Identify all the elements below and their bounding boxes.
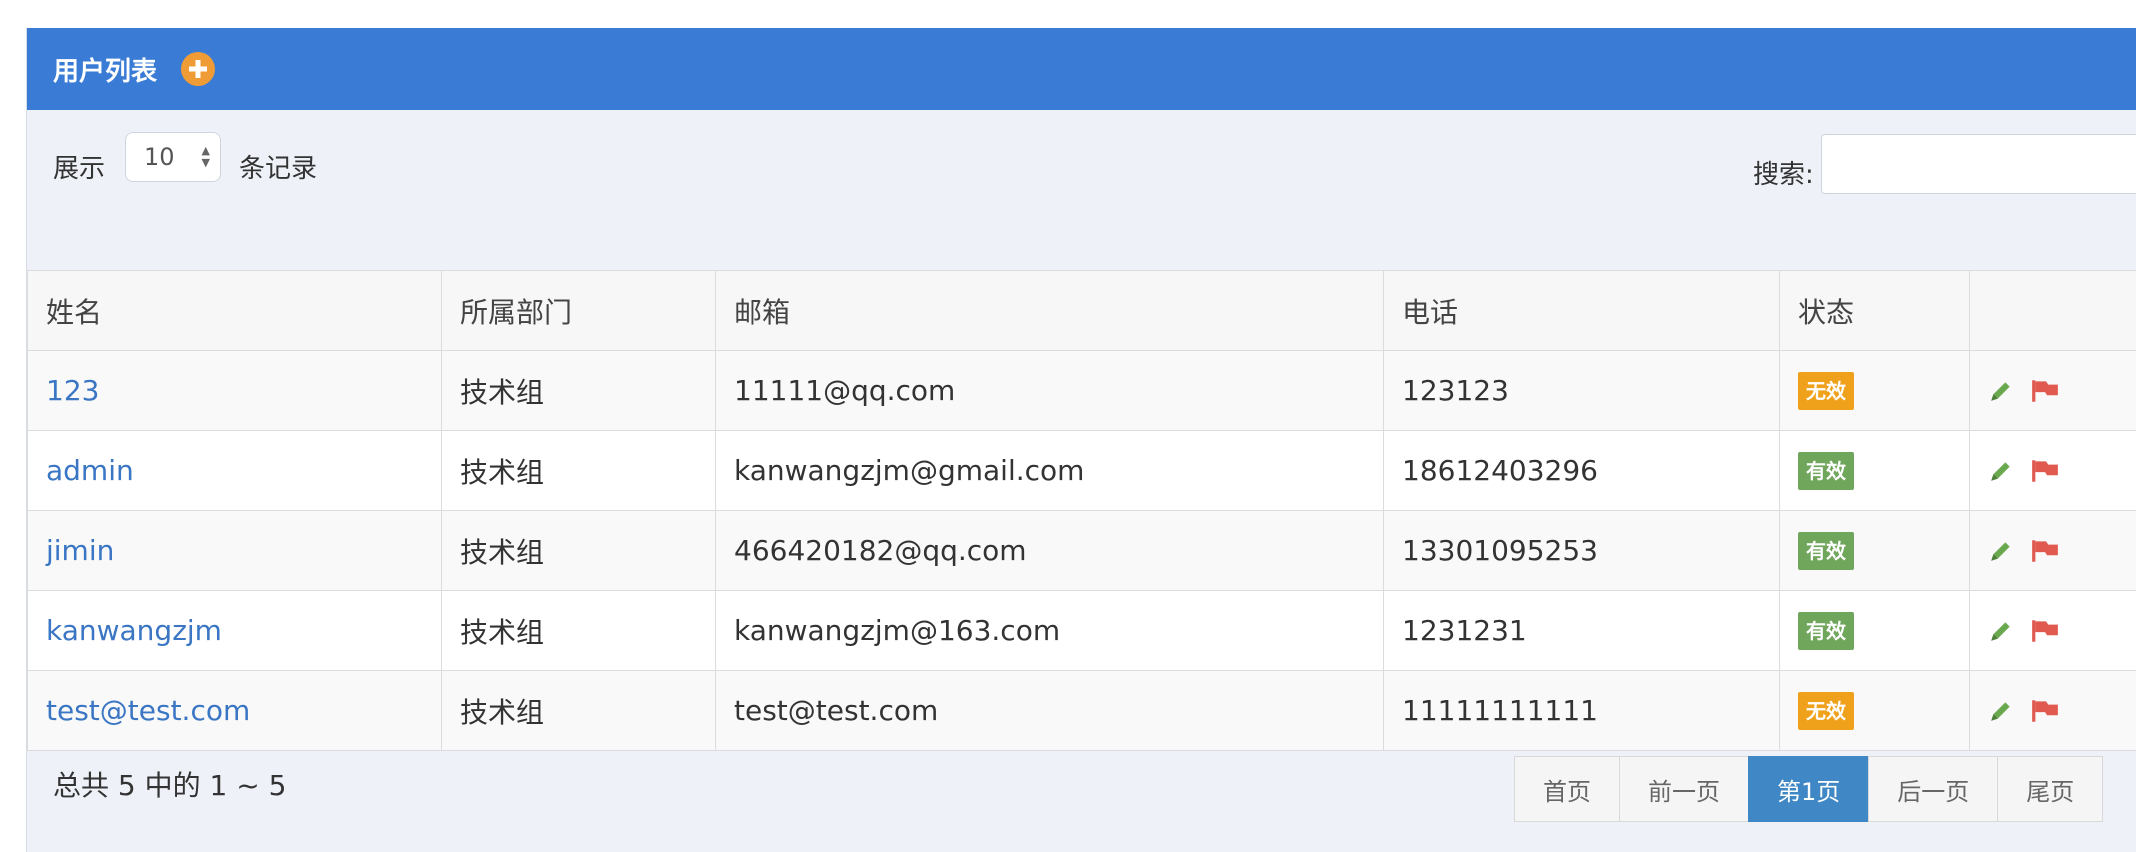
edit-pencil-icon[interactable] xyxy=(1988,378,2014,404)
first-page-button[interactable]: 首页 xyxy=(1514,756,1620,822)
pagination: 首页 前一页 第1页 后一页 尾页 xyxy=(1514,756,2104,822)
search-input[interactable] xyxy=(1821,134,2136,194)
user-name-link[interactable]: admin xyxy=(46,454,134,487)
status-badge: 无效 xyxy=(1798,371,1854,410)
user-name-link[interactable]: test@test.com xyxy=(46,694,250,727)
pagination-summary: 总共 5 中的 1 ~ 5 xyxy=(53,769,287,802)
table-controls: 展示 10 ▲ ▼ 条记录 搜索: xyxy=(27,110,2136,270)
row-actions xyxy=(1988,618,2136,644)
user-list-panel: 用户列表 展示 10 ▲▼ 条记录 搜索: 姓名 所属部门 邮箱 电话 状态 xyxy=(26,28,2136,852)
table-row: kanwangzjm 技术组 kanwangzjm@163.com 123123… xyxy=(27,590,2136,671)
status-badge: 有效 xyxy=(1798,611,1854,650)
user-name-link[interactable]: jimin xyxy=(46,534,114,567)
phone-cell: 13301095253 xyxy=(1383,510,1780,591)
column-header-actions xyxy=(1969,270,2136,351)
flag-icon[interactable] xyxy=(2030,458,2060,484)
search-label: 搜索: xyxy=(1753,160,1814,190)
email-cell: kanwangzjm@163.com xyxy=(715,590,1384,671)
phone-cell: 1231231 xyxy=(1383,590,1780,671)
department-cell: 技术组 xyxy=(441,510,716,591)
row-actions xyxy=(1988,538,2136,564)
department-cell: 技术组 xyxy=(441,590,716,671)
row-actions xyxy=(1988,698,2136,724)
department-cell: 技术组 xyxy=(441,430,716,511)
status-badge: 有效 xyxy=(1798,531,1854,570)
row-actions xyxy=(1988,378,2136,404)
table-row: admin 技术组 kanwangzjm@gmail.com 186124032… xyxy=(27,430,2136,511)
previous-page-button[interactable]: 前一页 xyxy=(1619,756,1749,822)
flag-icon[interactable] xyxy=(2030,698,2060,724)
status-badge: 无效 xyxy=(1798,691,1854,730)
panel-header: 用户列表 xyxy=(27,28,2136,110)
phone-cell: 18612403296 xyxy=(1383,430,1780,511)
status-badge: 有效 xyxy=(1798,451,1854,490)
column-header-email[interactable]: 邮箱 xyxy=(715,270,1384,351)
email-cell: 466420182@qq.com xyxy=(715,510,1384,591)
user-table: 姓名 所属部门 邮箱 电话 状态 123 技术组 11111@qq.com 12… xyxy=(27,270,2136,751)
last-page-button[interactable]: 尾页 xyxy=(1997,756,2104,822)
select-arrows-icon: ▲ ▼ xyxy=(201,144,210,169)
flag-icon[interactable] xyxy=(2030,618,2060,644)
page-title: 用户列表 xyxy=(53,56,158,87)
user-name-link[interactable]: 123 xyxy=(46,374,99,407)
flag-icon[interactable] xyxy=(2030,538,2060,564)
edit-pencil-icon[interactable] xyxy=(1988,618,2014,644)
column-header-department[interactable]: 所属部门 xyxy=(441,270,716,351)
phone-cell: 123123 xyxy=(1383,350,1780,431)
email-cell: 11111@qq.com xyxy=(715,350,1384,431)
page-size-value: 10 xyxy=(144,143,175,171)
column-header-status[interactable]: 状态 xyxy=(1779,270,1970,351)
email-cell: test@test.com xyxy=(715,670,1384,751)
email-cell: kanwangzjm@gmail.com xyxy=(715,430,1384,511)
table-header-row: 姓名 所属部门 邮箱 电话 状态 xyxy=(27,270,2136,351)
edit-pencil-icon[interactable] xyxy=(1988,538,2014,564)
table-row: 123 技术组 11111@qq.com 123123 无效 xyxy=(27,350,2136,431)
current-page-button[interactable]: 第1页 xyxy=(1748,756,1870,822)
department-cell: 技术组 xyxy=(441,350,716,431)
table-row: jimin 技术组 466420182@qq.com 13301095253 有… xyxy=(27,510,2136,591)
page-size-select[interactable]: 10 ▲ ▼ xyxy=(125,132,221,182)
phone-cell: 11111111111 xyxy=(1383,670,1780,751)
show-label: 展示 xyxy=(53,154,106,184)
edit-pencil-icon[interactable] xyxy=(1988,698,2014,724)
column-header-name[interactable]: 姓名 xyxy=(27,270,442,351)
column-header-phone[interactable]: 电话 xyxy=(1383,270,1780,351)
row-actions xyxy=(1988,458,2136,484)
add-user-icon[interactable] xyxy=(181,52,216,86)
records-label: 条记录 xyxy=(239,154,318,184)
department-cell: 技术组 xyxy=(441,670,716,751)
flag-icon[interactable] xyxy=(2030,378,2060,404)
user-name-link[interactable]: kanwangzjm xyxy=(46,614,222,647)
edit-pencil-icon[interactable] xyxy=(1988,458,2014,484)
next-page-button[interactable]: 后一页 xyxy=(1868,756,1999,822)
table-row: test@test.com 技术组 test@test.com 11111111… xyxy=(27,670,2136,751)
